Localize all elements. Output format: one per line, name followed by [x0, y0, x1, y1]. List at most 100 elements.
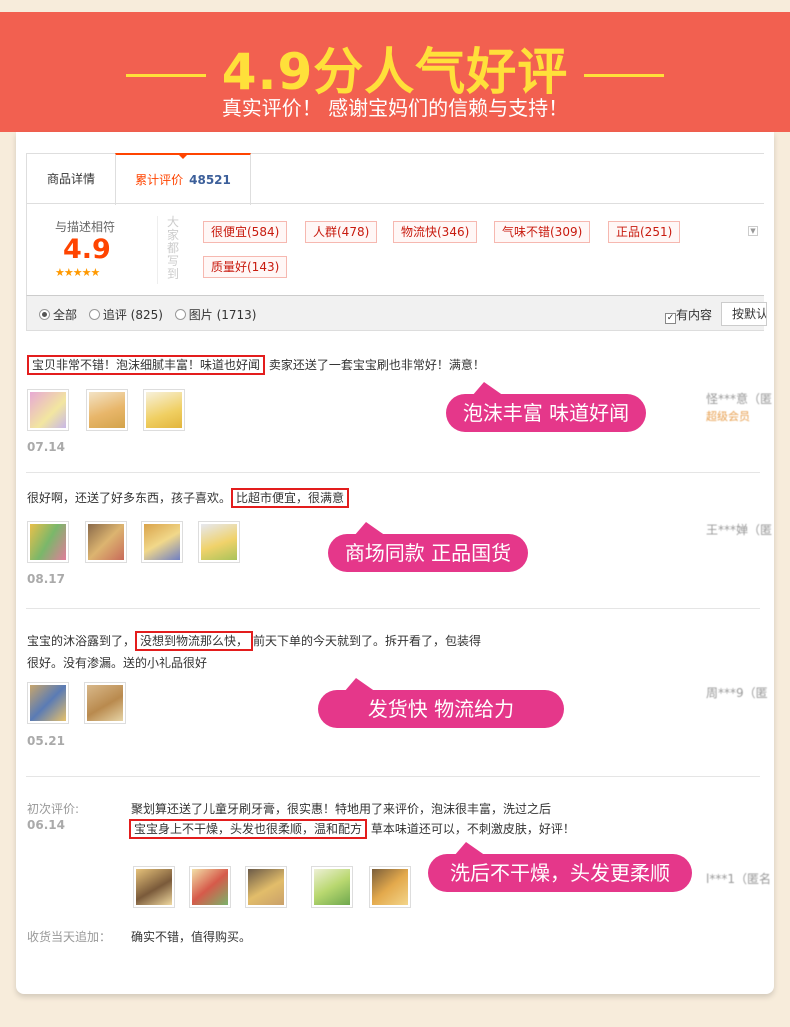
radio-dot-icon	[88, 309, 100, 320]
summary-divider	[157, 216, 158, 284]
review-image[interactable]	[84, 682, 126, 724]
review-date: 05.21	[27, 734, 65, 748]
review-divider	[26, 776, 760, 777]
bubble-tail	[454, 842, 486, 856]
tab-reviews[interactable]: 累计评价 48521	[115, 153, 251, 205]
initial-review-label: 初次评价:	[27, 802, 80, 816]
reviewer-name: 周***9（匿	[706, 686, 768, 700]
review-image[interactable]	[86, 389, 128, 431]
score-label: 与描述相符	[55, 220, 116, 234]
tag-genuine[interactable]: 正品(251)	[608, 221, 681, 243]
callout-bubble: 发货快 物流给力	[318, 678, 564, 728]
reviewer-name: 王***婵（匿	[706, 523, 773, 537]
member-badge: 超级会员	[706, 410, 750, 423]
review-image[interactable]	[189, 866, 231, 908]
highlighted-text: 宝贝非常不错！泡沫细腻丰富！味道也好闻	[27, 355, 266, 375]
checkbox-checked-icon: ✓	[665, 313, 676, 324]
callout-text: 泡沫丰富 味道好闻	[462, 401, 630, 425]
has-content-checkbox[interactable]: ✓ 有内容	[665, 306, 712, 324]
review-image[interactable]	[311, 866, 353, 908]
review-image[interactable]	[27, 389, 69, 431]
append-review-text: 确实不错，值得购买。	[131, 930, 252, 944]
review-image[interactable]	[85, 521, 127, 563]
callout-bubble: 泡沫丰富 味道好闻	[446, 382, 646, 432]
reviewer-name: 怪***意（匿	[706, 392, 773, 406]
review-text-line2: 宝宝身上不干燥，头发也很柔顺，温和配方 草本味道还可以，不刺激皮肤，好评！	[129, 819, 575, 839]
promo-banner: 4.9分人气好评 真实评价！ 感谢宝妈们的信赖与支持！	[0, 12, 790, 132]
tags-heading: 大家都写到	[167, 215, 180, 281]
product-photo	[192, 869, 228, 905]
tab-reviews-label: 累计评价	[135, 173, 184, 187]
review-text: 宝贝非常不错！泡沫细腻丰富！味道也好闻 卖家还送了一套宝宝刷也非常好！满意！	[27, 355, 485, 375]
tab-product-details[interactable]: 商品详情	[27, 154, 115, 204]
review-text-rest: 前天下单的今天就到了。拆开看了，包装得	[253, 634, 482, 648]
append-review-label: 收货当天追加：	[27, 930, 112, 944]
review-text: 很好啊，还送了好多东西，孩子喜欢。 比超市便宜，很满意	[27, 488, 350, 508]
review-date: 07.14	[27, 440, 65, 454]
product-photo	[314, 869, 350, 905]
sort-dropdown[interactable]: 按默认	[721, 302, 767, 326]
review-image[interactable]	[27, 521, 69, 563]
score-value: 4.9	[63, 234, 111, 265]
review-date: 08.17	[27, 572, 65, 586]
rating-summary: 与描述相符 4.9 ★★★★★ 大家都写到 很便宜(584) 人群(478) 物…	[26, 203, 764, 297]
review-image[interactable]	[27, 682, 69, 724]
review-image[interactable]	[141, 521, 183, 563]
radio-dot-icon	[39, 309, 50, 320]
product-photo	[30, 392, 66, 428]
review-text: 聚划算还送了儿童牙刷牙膏，很实惠！特地用了来评价，泡沫很丰富，洗过之后	[131, 802, 552, 816]
radio-images-label: 图片 (1713)	[188, 308, 257, 322]
callout-text: 商场同款 正品国货	[344, 541, 512, 565]
radio-all[interactable]: 全部	[39, 306, 77, 323]
dash-left	[125, 74, 206, 77]
radio-followup[interactable]: 追评 (825)	[88, 306, 163, 323]
star-rating: ★★★★★	[55, 266, 100, 279]
banner-subtitle: 真实评价！ 感谢宝妈们的信赖与支持！	[221, 96, 569, 120]
reviewer-name: l***1（匿名	[706, 872, 771, 886]
review-image[interactable]	[198, 521, 240, 563]
review-text-lead: 宝宝的沐浴露到了，	[27, 634, 136, 648]
radio-images[interactable]: 图片 (1713)	[174, 306, 257, 323]
tag-fast-shipping[interactable]: 物流快(346)	[393, 221, 478, 243]
review-image[interactable]	[133, 866, 175, 908]
review-image[interactable]	[369, 866, 411, 908]
product-photo	[30, 524, 66, 560]
product-photo	[89, 392, 125, 428]
filter-radio-group: 全部 追评 (825) 图片 (1713)	[39, 306, 264, 323]
highlighted-text: 比超市便宜，很满意	[231, 488, 350, 508]
chevron-down-icon[interactable]: ▼	[748, 226, 758, 236]
tag-crowd[interactable]: 人群(478)	[305, 221, 378, 243]
product-photo	[87, 685, 123, 721]
radio-followup-label: 追评 (825)	[102, 308, 163, 322]
review-image[interactable]	[245, 866, 287, 908]
product-photo	[201, 524, 237, 560]
bubble-tail	[472, 382, 504, 396]
review-text-line2: 很好。没有渗漏。送的小礼品很好	[27, 656, 208, 670]
tag-good-smell[interactable]: 气味不错(309)	[494, 221, 591, 243]
bubble-tail	[354, 522, 386, 536]
review-divider	[26, 608, 760, 609]
reviews-card: 商品详情 累计评价 48521 与描述相符 4.9 ★★★★★ 大家都写到 很便宜…	[16, 132, 774, 994]
review-date: 06.14	[27, 818, 65, 832]
highlighted-text: 没想到物流那么快，	[135, 631, 254, 651]
product-photo	[248, 869, 284, 905]
product-photo	[88, 524, 124, 560]
product-photo	[136, 869, 172, 905]
highlighted-text: 宝宝身上不干燥，头发也很柔顺，温和配方	[129, 819, 368, 839]
radio-dot-icon	[174, 309, 186, 320]
callout-text: 洗后不干燥，头发更柔顺	[450, 861, 670, 885]
product-photo	[144, 524, 180, 560]
tab-bar: 商品详情 累计评价 48521	[26, 153, 764, 205]
tag-cheap[interactable]: 很便宜(584)	[203, 221, 288, 243]
dash-right	[584, 74, 665, 77]
tag-good-quality[interactable]: 质量好(143)	[203, 256, 288, 278]
review-text-lead: 很好啊，还送了好多东西，孩子喜欢。	[27, 491, 232, 505]
callout-bubble: 洗后不干燥，头发更柔顺	[428, 842, 692, 892]
callout-bubble: 商场同款 正品国货	[328, 522, 528, 572]
bubble-tail	[344, 678, 376, 692]
review-text: 宝宝的沐浴露到了， 没想到物流那么快， 前天下单的今天就到了。拆开看了，包装得	[27, 631, 482, 651]
tab-indicator-arrow	[178, 154, 188, 159]
has-content-label: 有内容	[676, 308, 713, 322]
product-photo	[372, 869, 408, 905]
review-image[interactable]	[143, 389, 185, 431]
